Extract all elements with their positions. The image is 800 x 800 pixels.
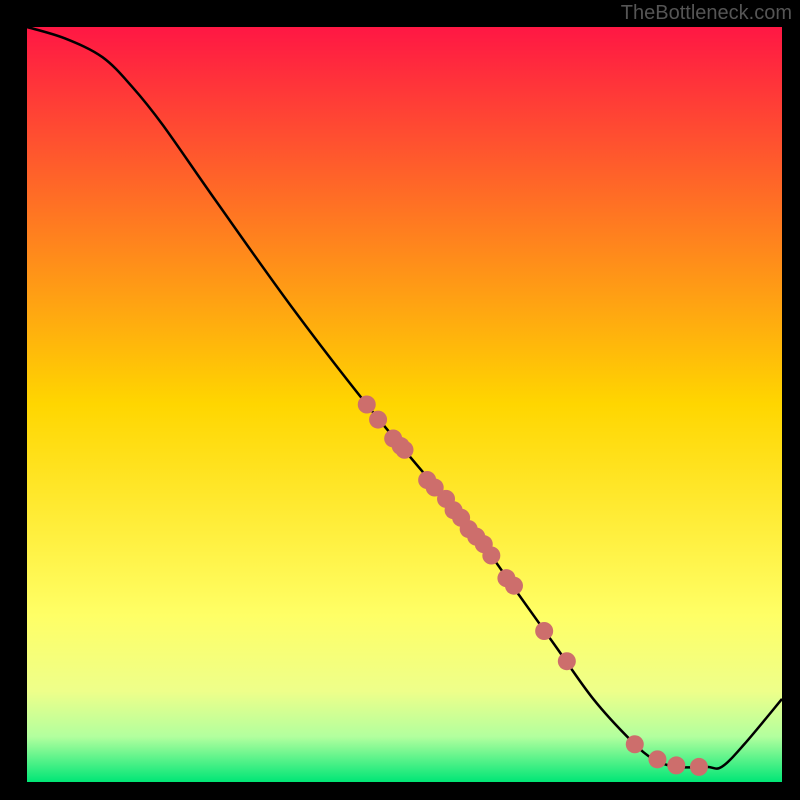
data-point [626,735,644,753]
watermark-text: TheBottleneck.com [621,2,792,25]
data-point [558,652,576,670]
data-point [667,756,685,774]
data-point [482,547,500,565]
data-point [358,396,376,414]
plot-background [27,27,782,782]
data-point [505,577,523,595]
data-point [535,622,553,640]
chart-container: { "watermark": "TheBottleneck.com", "cha… [0,0,800,800]
data-point [396,441,414,459]
data-point [369,411,387,429]
chart-svg [0,0,800,800]
data-point [690,758,708,776]
data-point [648,750,666,768]
